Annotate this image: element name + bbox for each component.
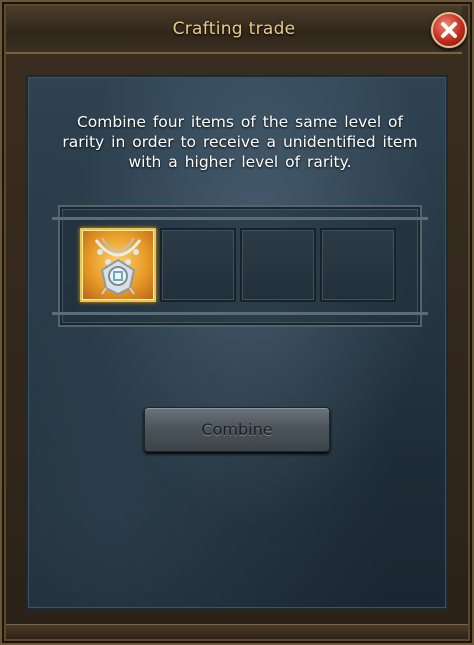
item-slot-1[interactable]	[80, 228, 156, 302]
instructions-text: Combine four items of the same level of …	[62, 113, 418, 171]
item-slot-3[interactable]	[240, 228, 316, 302]
necklace-icon	[94, 237, 142, 296]
combine-button[interactable]: Combine	[144, 407, 330, 452]
window-bottom-border	[6, 624, 468, 639]
item-slot-4[interactable]	[320, 228, 396, 302]
window-title: Crafting trade	[172, 19, 296, 39]
close-icon	[441, 22, 457, 38]
item-slot-2[interactable]	[160, 228, 236, 302]
title-bar[interactable]: Crafting trade	[6, 6, 462, 54]
close-button[interactable]	[431, 12, 467, 48]
